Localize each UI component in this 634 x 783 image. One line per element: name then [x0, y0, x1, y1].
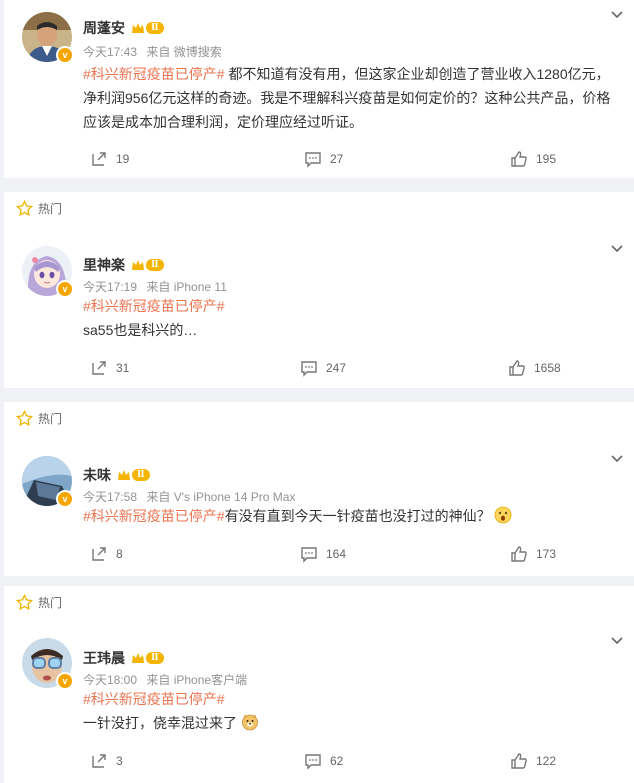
crown-icon	[118, 470, 130, 480]
post-meta: 今天17:58 来自 V's iPhone 14 Pro Max	[83, 488, 295, 505]
level-badge[interactable]: Ⅱ	[131, 22, 164, 34]
comment-icon	[301, 547, 317, 563]
repost-count: 19	[116, 152, 130, 166]
comment-icon	[305, 754, 321, 770]
comment-button[interactable]: 247	[300, 359, 346, 377]
post-source: 来自 iPhone客户端	[146, 673, 248, 687]
thumbs-up-icon	[511, 151, 527, 167]
post-content: #科兴新冠疫苗已停产# sa55也是科兴的…	[83, 294, 618, 342]
like-count: 173	[536, 547, 557, 561]
post-meta: 今天17:19 来自 iPhone 11	[83, 278, 227, 295]
comment-icon	[305, 152, 321, 168]
verified-badge-icon: v	[56, 46, 74, 64]
verified-badge-icon: v	[56, 672, 74, 690]
hot-label: 热门	[16, 200, 62, 217]
post-source: 来自 V's iPhone 14 Pro Max	[146, 490, 296, 504]
crown-icon	[132, 653, 144, 663]
repost-button[interactable]: 8	[90, 545, 123, 563]
repost-button[interactable]: 19	[90, 150, 129, 168]
crown-icon	[132, 260, 144, 270]
like-button[interactable]: 173	[510, 545, 556, 563]
chevron-down-icon[interactable]	[610, 636, 624, 646]
post-content: #科兴新冠疫苗已停产#有没有直到今天一针疫苗也没打过的神仙？	[83, 504, 618, 528]
user-name[interactable]: 王玮晨	[83, 648, 125, 668]
comment-count: 27	[330, 152, 344, 166]
user-name[interactable]: 周蓬安	[83, 18, 125, 38]
repost-button[interactable]: 3	[90, 752, 123, 770]
thumbs-up-icon	[509, 360, 525, 376]
like-count: 1658	[534, 361, 561, 375]
shocked-face-emoji	[495, 506, 512, 524]
like-button[interactable]: 122	[510, 752, 556, 770]
user-name[interactable]: 未味	[83, 465, 111, 485]
hot-label: 热门	[16, 410, 62, 427]
crown-icon	[132, 23, 144, 33]
post-card: 热门 v 里神楽 Ⅱ 今天17:19 来自 iPhone 11 #科兴新冠疫苗已…	[4, 192, 634, 388]
post-text: sa55也是科兴的…	[83, 322, 198, 338]
repost-icon	[92, 547, 106, 561]
comment-count: 62	[330, 754, 344, 768]
post-time[interactable]: 今天17:58	[83, 490, 137, 504]
repost-icon	[92, 152, 106, 166]
post-text: 一针没打，侥幸混过来了	[83, 715, 237, 731]
post-text: 有没有直到今天一针疫苗也没打过的神仙？	[224, 508, 491, 524]
like-button[interactable]: 1658	[508, 359, 561, 377]
avatar[interactable]: v	[22, 456, 74, 508]
post-time[interactable]: 今天17:19	[83, 280, 137, 294]
post-time[interactable]: 今天18:00	[83, 673, 137, 687]
chevron-down-icon[interactable]	[610, 10, 624, 20]
comment-icon	[301, 361, 317, 377]
post-meta: 今天18:00 来自 iPhone客户端	[83, 671, 247, 688]
level-badge[interactable]: Ⅱ	[131, 652, 164, 664]
post-source: 来自 iPhone 11	[146, 280, 227, 294]
post-meta: 今天17:43 来自 微博搜索	[83, 43, 222, 60]
post-content: #科兴新冠疫苗已停产# 一针没打，侥幸混过来了	[83, 687, 618, 735]
repost-icon	[92, 361, 106, 375]
avatar[interactable]: v	[22, 246, 74, 298]
chevron-down-icon[interactable]	[610, 454, 624, 464]
user-name[interactable]: 里神楽	[83, 255, 125, 275]
repost-count: 31	[116, 361, 130, 375]
comment-count: 247	[326, 361, 347, 375]
doge-emoji	[241, 714, 258, 731]
hot-label: 热门	[16, 594, 62, 611]
post-source: 来自 微博搜索	[146, 45, 222, 59]
hashtag-link[interactable]: #科兴新冠疫苗已停产#	[83, 298, 225, 314]
verified-badge-icon: v	[56, 490, 74, 508]
star-icon	[16, 200, 33, 217]
like-button[interactable]: 195	[510, 150, 556, 168]
post-content: #科兴新冠疫苗已停产# 都不知道有没有用，但这家企业却创造了营业收入1280亿元…	[83, 62, 618, 134]
verified-badge-icon: v	[56, 280, 74, 298]
comment-button[interactable]: 27	[304, 150, 343, 168]
post-card: 热门 v 王玮晨 Ⅱ 今天18:00 来自 iPhone客户端 #科兴新冠疫苗已…	[4, 586, 634, 783]
repost-count: 3	[116, 754, 123, 768]
post-time[interactable]: 今天17:43	[83, 45, 137, 59]
repost-count: 8	[116, 547, 123, 561]
repost-button[interactable]: 31	[90, 359, 129, 377]
avatar[interactable]: v	[22, 12, 74, 64]
comment-button[interactable]: 62	[304, 752, 343, 770]
hashtag-link[interactable]: #科兴新冠疫苗已停产#	[83, 691, 225, 707]
level-badge[interactable]: Ⅱ	[131, 259, 164, 271]
hashtag-link[interactable]: #科兴新冠疫苗已停产#	[83, 508, 225, 524]
level-badge[interactable]: Ⅱ	[117, 469, 150, 481]
post-card: v 周蓬安 Ⅱ 今天17:43 来自 微博搜索 #科兴新冠疫苗已停产# 都不知道…	[4, 0, 634, 178]
post-card: 热门 v 未味 Ⅱ 今天17:58 来自 V's iPhone 14 Pro M…	[4, 402, 634, 576]
like-count: 195	[536, 152, 557, 166]
chevron-down-icon[interactable]	[610, 244, 624, 254]
comment-count: 164	[326, 547, 347, 561]
star-icon	[16, 410, 33, 427]
like-count: 122	[536, 754, 557, 768]
hashtag-link[interactable]: #科兴新冠疫苗已停产#	[83, 66, 225, 82]
repost-icon	[92, 754, 106, 768]
comment-button[interactable]: 164	[300, 545, 346, 563]
thumbs-up-icon	[511, 753, 527, 769]
avatar[interactable]: v	[22, 638, 74, 690]
thumbs-up-icon	[511, 546, 527, 562]
star-icon	[16, 594, 33, 611]
